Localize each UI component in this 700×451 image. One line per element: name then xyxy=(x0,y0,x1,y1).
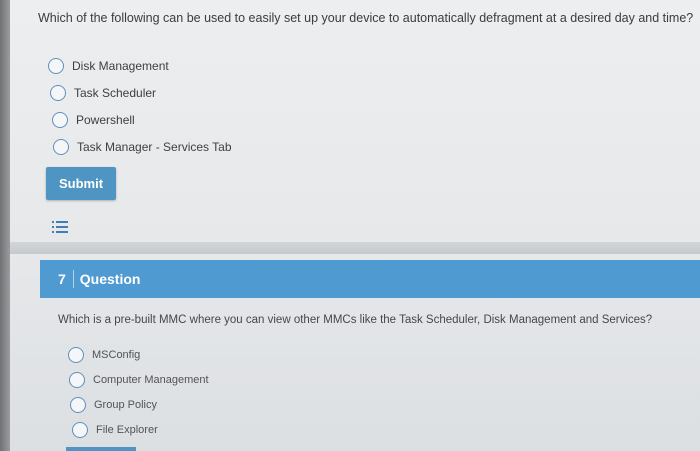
section-divider xyxy=(10,242,700,254)
radio-button[interactable] xyxy=(53,138,69,155)
question-block-1: Which of the following can be used to ea… xyxy=(10,0,700,248)
quiz-page: Which of the following can be used to ea… xyxy=(10,0,700,451)
answer-option[interactable]: Group Policy xyxy=(70,392,210,417)
question-header: 7 Question xyxy=(40,260,700,298)
radio-button[interactable] xyxy=(68,346,84,363)
radio-button[interactable] xyxy=(52,111,68,128)
option-label: Computer Management xyxy=(93,373,209,386)
answer-options: Disk Management Task Scheduler Powershel… xyxy=(48,52,232,160)
answer-option[interactable]: Powershell xyxy=(52,106,231,133)
submit-button-edge[interactable] xyxy=(66,447,136,451)
option-label: Powershell xyxy=(76,112,135,127)
submit-button[interactable]: Submit xyxy=(46,167,116,200)
answer-options: MSConfig Computer Management Group Polic… xyxy=(68,342,210,442)
question-text: Which of the following can be used to ea… xyxy=(38,11,694,25)
option-label: Disk Management xyxy=(72,58,169,73)
screen-edge xyxy=(0,0,10,451)
answer-option[interactable]: Disk Management xyxy=(48,52,227,79)
answer-option[interactable]: MSConfig xyxy=(68,342,208,367)
answer-option[interactable]: Task Scheduler xyxy=(50,79,229,106)
list-icon[interactable] xyxy=(52,219,68,235)
question-text: Which is a pre-built MMC where you can v… xyxy=(58,314,653,326)
radio-button[interactable] xyxy=(50,84,66,101)
question-header-label: Question xyxy=(79,271,141,287)
question-number: 7 xyxy=(40,270,74,288)
option-label: Group Policy xyxy=(94,398,157,411)
radio-button[interactable] xyxy=(70,396,86,413)
answer-option[interactable]: Task Manager - Services Tab xyxy=(53,133,232,160)
option-label: Task Scheduler xyxy=(74,85,157,100)
option-label: MSConfig xyxy=(92,348,141,361)
option-label: Task Manager - Services Tab xyxy=(77,139,232,154)
radio-button[interactable] xyxy=(69,371,85,388)
option-label: File Explorer xyxy=(96,423,158,436)
answer-option[interactable]: Computer Management xyxy=(69,367,209,392)
answer-option[interactable]: File Explorer xyxy=(72,417,212,442)
radio-button[interactable] xyxy=(72,421,88,438)
radio-button[interactable] xyxy=(48,57,64,74)
